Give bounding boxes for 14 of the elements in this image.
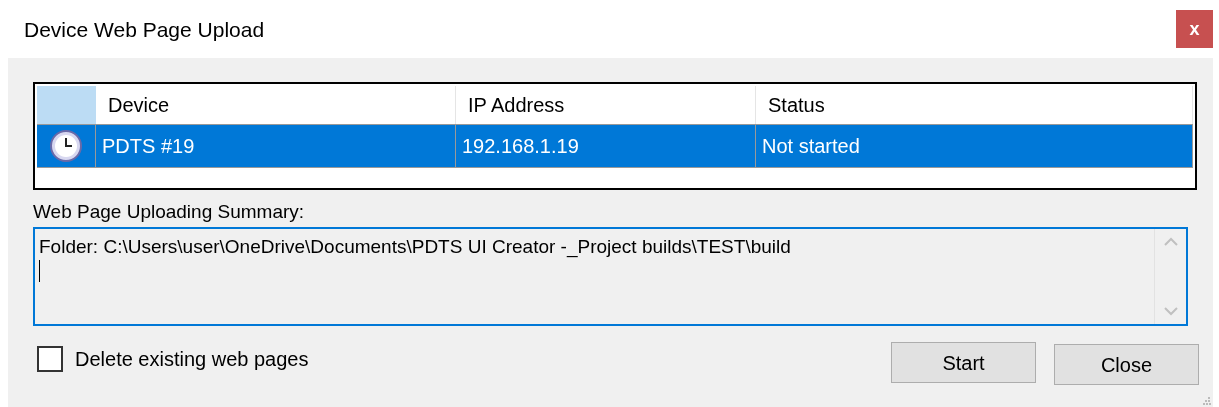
table-row[interactable]: PDTS #19 192.168.1.19 Not started: [37, 124, 1193, 168]
table-cell: 192.168.1.19: [456, 125, 756, 167]
window-close-button[interactable]: x: [1176, 10, 1213, 48]
checkbox-label[interactable]: Delete existing web pages: [75, 344, 309, 374]
header-corner: [37, 86, 96, 124]
close-button[interactable]: Close: [1054, 344, 1199, 385]
checkbox[interactable]: [37, 346, 63, 372]
start-button[interactable]: Start: [891, 342, 1036, 383]
table-cell: PDTS #19: [96, 125, 456, 167]
clock-icon: [49, 129, 83, 163]
table-cell: Not started: [756, 125, 1193, 167]
summary-label: Web Page Uploading Summary:: [33, 201, 306, 223]
resize-grip-icon[interactable]: [1203, 397, 1211, 405]
window-title: Device Web Page Upload: [24, 17, 265, 43]
